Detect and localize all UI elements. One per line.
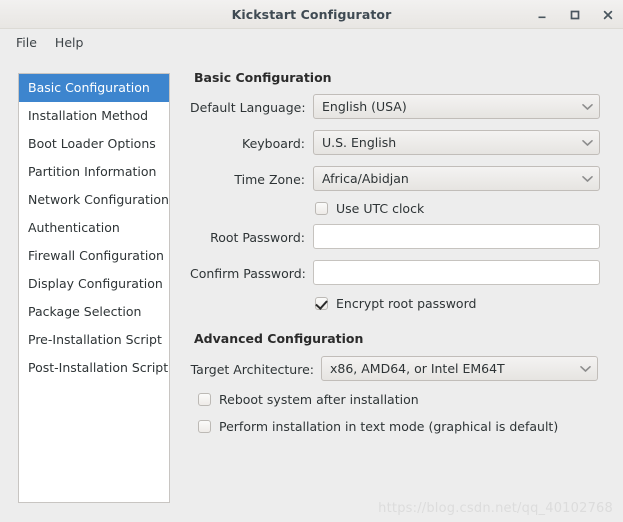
keyboard-label: Keyboard:: [242, 136, 305, 151]
use-utc-clock-label: Use UTC clock: [336, 201, 425, 216]
sidebar-item-package-selection[interactable]: Package Selection: [19, 298, 169, 326]
sidebar-item-authentication[interactable]: Authentication: [19, 214, 169, 242]
reboot-after-installation-checkbox[interactable]: Reboot system after installation: [198, 392, 419, 407]
minimize-icon[interactable]: [534, 7, 550, 23]
encrypt-root-password-checkbox[interactable]: Encrypt root password: [315, 296, 476, 311]
basic-configuration-heading: Basic Configuration: [194, 70, 332, 85]
close-icon[interactable]: [600, 7, 616, 23]
encrypt-root-password-label: Encrypt root password: [336, 296, 477, 311]
application-window: Kickstart Configurator File Help Basic C…: [0, 0, 623, 522]
watermark-text: https://blog.csdn.net/qq_40102768: [378, 501, 613, 516]
title-bar: Kickstart Configurator: [0, 0, 623, 29]
content-area: Basic Configuration Installation Method …: [0, 56, 623, 522]
default-language-label: Default Language:: [190, 100, 306, 115]
sidebar-item-display-configuration[interactable]: Display Configuration: [19, 270, 169, 298]
keyboard-combo[interactable]: U.S. English: [313, 130, 600, 155]
target-architecture-label: Target Architecture:: [190, 362, 314, 377]
menu-item-file[interactable]: File: [7, 32, 46, 53]
sidebar-item-installation-method[interactable]: Installation Method: [19, 102, 169, 130]
sidebar-item-basic-configuration[interactable]: Basic Configuration: [19, 74, 169, 102]
checkbox-box: [315, 202, 328, 215]
menu-item-help[interactable]: Help: [46, 32, 93, 53]
default-language-value: English (USA): [322, 99, 407, 114]
text-mode-installation-label: Perform installation in text mode (graph…: [219, 419, 559, 434]
window-controls: [534, 0, 616, 29]
reboot-after-installation-label: Reboot system after installation: [219, 392, 419, 407]
section-list[interactable]: Basic Configuration Installation Method …: [18, 73, 170, 503]
maximize-icon[interactable]: [567, 7, 583, 23]
sidebar-item-pre-installation-script[interactable]: Pre-Installation Script: [19, 326, 169, 354]
target-architecture-value: x86, AMD64, or Intel EM64T: [330, 361, 505, 376]
sidebar-item-network-configuration[interactable]: Network Configuration: [19, 186, 169, 214]
target-architecture-combo[interactable]: x86, AMD64, or Intel EM64T: [321, 356, 598, 381]
checkbox-box: [198, 393, 211, 406]
advanced-configuration-heading: Advanced Configuration: [194, 331, 364, 346]
keyboard-value: U.S. English: [322, 135, 397, 150]
root-password-label: Root Password:: [210, 230, 305, 245]
root-password-input[interactable]: [313, 224, 600, 249]
use-utc-clock-checkbox[interactable]: Use UTC clock: [315, 201, 424, 216]
chevron-down-icon: [581, 101, 593, 113]
sidebar-item-firewall-configuration[interactable]: Firewall Configuration: [19, 242, 169, 270]
chevron-down-icon: [579, 363, 591, 375]
sidebar-item-boot-loader-options[interactable]: Boot Loader Options: [19, 130, 169, 158]
checkbox-box: [198, 420, 211, 433]
sidebar-item-post-installation-script[interactable]: Post-Installation Script: [19, 354, 169, 382]
sidebar-item-partition-information[interactable]: Partition Information: [19, 158, 169, 186]
time-zone-value: Africa/Abidjan: [322, 171, 409, 186]
checkbox-box: [315, 297, 328, 310]
default-language-combo[interactable]: English (USA): [313, 94, 600, 119]
time-zone-combo[interactable]: Africa/Abidjan: [313, 166, 600, 191]
settings-panel: Basic Configuration Default Language: En…: [190, 56, 623, 522]
confirm-password-input[interactable]: [313, 260, 600, 285]
chevron-down-icon: [581, 173, 593, 185]
chevron-down-icon: [581, 137, 593, 149]
text-mode-installation-checkbox[interactable]: Perform installation in text mode (graph…: [198, 419, 558, 434]
time-zone-label: Time Zone:: [234, 172, 305, 187]
confirm-password-label: Confirm Password:: [190, 266, 306, 281]
menu-bar: File Help: [0, 29, 623, 56]
window-title: Kickstart Configurator: [231, 6, 392, 22]
